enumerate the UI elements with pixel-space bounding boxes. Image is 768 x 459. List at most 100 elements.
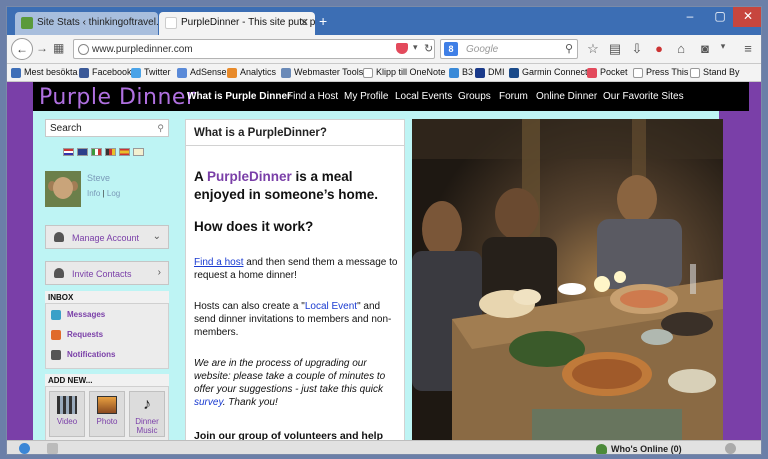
user-links: Info | Log	[87, 189, 121, 198]
add-photo-button[interactable]: Photo	[89, 391, 125, 437]
close-tab-icon[interactable]: ✕	[300, 16, 309, 29]
flag-italy-icon[interactable]	[91, 148, 102, 156]
music-note-icon: ♪	[143, 396, 151, 413]
twitter-icon	[131, 68, 141, 78]
settings-icon[interactable]	[725, 443, 736, 454]
bookmark-mest-besokta[interactable]: Mest besökta	[11, 67, 78, 78]
dropdown-arrow-icon[interactable]: ▾	[413, 42, 418, 53]
globe-icon[interactable]	[19, 443, 30, 454]
inbox-requests-link[interactable]: Requests	[51, 330, 103, 340]
nav-what-is[interactable]: What is Purple Dinner	[187, 91, 291, 102]
bookmark-pocket[interactable]: Pocket	[587, 67, 628, 78]
photo-icon	[97, 396, 117, 414]
nav-local-events[interactable]: Local Events	[395, 91, 452, 102]
find-host-link[interactable]: Find a host	[194, 257, 243, 268]
page-icon[interactable]	[47, 443, 58, 454]
forward-button[interactable]: →	[36, 41, 48, 55]
nav-forum[interactable]: Forum	[499, 91, 528, 102]
site-search-input[interactable]: Search ⚲	[45, 119, 169, 137]
search-icon[interactable]: ⚲	[157, 123, 164, 134]
url-bar[interactable]: www.purpledinner.com ▾ ↻	[73, 39, 435, 59]
paragraph-local-event: Hosts can also create a "Local Event" an…	[194, 301, 392, 338]
bookmark-twitter[interactable]: Twitter	[131, 67, 171, 78]
bookmark-b3[interactable]: B3	[449, 67, 473, 78]
nav-find-host[interactable]: Find a Host	[287, 91, 338, 102]
tab-bar: Site Stats ‹ thinkingoftravel... PurpleD…	[7, 7, 761, 35]
close-window-button[interactable]: ✕	[733, 7, 761, 27]
nav-groups[interactable]: Groups	[458, 91, 491, 102]
menu-icon[interactable]: ≡	[740, 41, 756, 56]
flag-other-icon[interactable]	[133, 148, 144, 156]
user-info-link[interactable]: Info	[87, 189, 100, 198]
facebook-icon	[79, 68, 89, 78]
tab-title: Site Stats ‹ thinkingoftravel...	[37, 17, 158, 28]
bookmark-garmin[interactable]: Garmin Connect	[509, 67, 588, 78]
home-icon[interactable]: ⌂	[673, 41, 689, 56]
invite-contacts-button[interactable]: Invite Contacts ›	[45, 261, 169, 285]
pocket-toolbar-icon[interactable]: ◙	[697, 41, 713, 56]
nav-online-dinner[interactable]: Online Dinner	[536, 91, 597, 102]
bookmark-facebook[interactable]: Facebook	[79, 67, 132, 78]
search-icon[interactable]: ⚲	[565, 42, 573, 55]
bookmark-onenote[interactable]: Klipp till OneNote	[363, 67, 446, 78]
maximize-button[interactable]: ▢	[705, 7, 735, 27]
toolbar-dropdown-icon[interactable]: ▾	[715, 41, 731, 52]
film-icon	[57, 396, 77, 414]
avatar[interactable]	[45, 171, 81, 207]
bookmark-adsense[interactable]: AdSense	[177, 67, 227, 78]
bookmarks-bar: Mest besökta Facebook Twitter AdSense An…	[7, 64, 761, 82]
brand-name: PurpleDinner	[207, 169, 292, 184]
local-event-link[interactable]: Local Event	[305, 301, 357, 312]
google-icon[interactable]: 8	[444, 42, 458, 56]
intro-article: What is a PurpleDinner? A PurpleDinner i…	[185, 119, 405, 442]
url-text[interactable]: www.purpledinner.com	[92, 44, 193, 55]
flag-uk-icon[interactable]	[77, 148, 88, 156]
add-video-button[interactable]: Video	[49, 391, 85, 437]
pocket-icon[interactable]	[396, 43, 408, 54]
star-icon[interactable]: ☆	[585, 41, 601, 57]
reload-icon[interactable]: ↻	[424, 42, 433, 55]
webmaster-icon	[281, 68, 291, 78]
reading-list-icon[interactable]: ▤	[607, 41, 623, 57]
dinner-photo	[412, 119, 723, 442]
browser-window: Site Stats ‹ thinkingoftravel... PurpleD…	[6, 6, 762, 455]
tab-site-stats[interactable]: Site Stats ‹ thinkingoftravel...	[15, 12, 158, 35]
site-navigation: Purple Dinner What is Purple Dinner Find…	[33, 82, 749, 111]
flag-netherlands-icon[interactable]	[63, 148, 74, 156]
add-dinner-music-button[interactable]: ♪ Dinner Music	[129, 391, 165, 437]
survey-link[interactable]: survey	[194, 397, 223, 408]
history-icon[interactable]: ▦	[53, 41, 64, 55]
download-icon[interactable]: ⇩	[629, 41, 645, 57]
bookmark-stand-by[interactable]: Stand By	[690, 67, 740, 78]
extension-icon[interactable]: ●	[651, 41, 667, 56]
add-new-panel: Video Photo ♪ Dinner Music	[45, 386, 169, 442]
bookmark-analytics[interactable]: Analytics	[227, 67, 276, 78]
minimize-button[interactable]: –	[675, 7, 705, 27]
inbox-notifications-link[interactable]: Notifications	[51, 350, 115, 360]
flag-spain-icon[interactable]	[119, 148, 130, 156]
search-bar[interactable]: 8 Google ⚲	[440, 39, 578, 59]
inbox-messages-link[interactable]: Messages	[51, 310, 105, 320]
wordpress-favicon-icon	[21, 17, 33, 29]
flag-germany-icon[interactable]	[105, 148, 116, 156]
user-log-link[interactable]: Log	[107, 189, 120, 198]
site-logo[interactable]: Purple Dinner	[39, 85, 196, 110]
whos-online-button[interactable]: Who's Online (0)	[593, 442, 713, 454]
garmin-icon	[509, 68, 519, 78]
bookmark-press-this[interactable]: Press This	[633, 67, 688, 78]
web-page: Purple Dinner What is Purple Dinner Find…	[7, 82, 761, 442]
tab-purpledinner[interactable]: PurpleDinner - This site puts p... ✕	[159, 12, 315, 35]
new-tab-button[interactable]: +	[319, 13, 327, 29]
nav-my-profile[interactable]: My Profile	[344, 91, 388, 102]
bookmark-webmaster-tools[interactable]: Webmaster Tools	[281, 67, 363, 78]
dmi-icon	[475, 68, 485, 78]
adsense-icon	[177, 68, 187, 78]
notifications-icon	[51, 350, 61, 360]
chevron-down-icon: ⌄	[152, 231, 161, 242]
user-name[interactable]: Steve	[87, 173, 110, 183]
manage-account-button[interactable]: Manage Account ⌄	[45, 225, 169, 249]
page-icon	[363, 68, 373, 78]
nav-favorite-sites[interactable]: Our Favorite Sites	[603, 91, 684, 102]
back-button[interactable]: ←	[11, 38, 33, 60]
bookmark-dmi[interactable]: DMI	[475, 67, 505, 78]
